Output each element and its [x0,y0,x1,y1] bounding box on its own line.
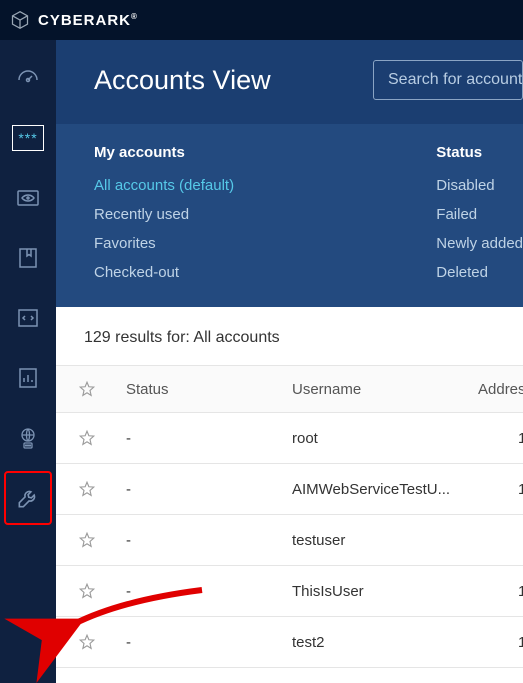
filter-failed[interactable]: Failed [436,206,523,223]
globe-lock-icon [16,426,40,450]
results-summary: 129 results for: All accounts [56,307,523,365]
filter-checked-out[interactable]: Checked-out [94,264,436,281]
filter-all-accounts[interactable]: All accounts (default) [94,177,436,194]
filter-recently-used[interactable]: Recently used [94,206,436,223]
sidebar: » *** [0,0,56,683]
filter-my-accounts: My accounts All accounts (default) Recen… [94,144,436,281]
main-content: Accounts View Search for accounts My acc… [56,0,523,683]
cell-username: root [284,413,470,464]
eye-monitor-icon [16,186,40,210]
brand-name: CYBERARK® [38,12,138,29]
results-count: 129 [84,329,111,346]
col-header-status[interactable]: Status [118,366,284,413]
cell-status: - [118,413,284,464]
results-label: results for: [115,329,190,346]
table-body: - root 10.10.1 - AIMWebServiceTestU... 1… [56,413,523,668]
page-title: Accounts View [94,65,271,96]
cell-status: - [118,464,284,515]
star-icon[interactable] [64,429,110,447]
cell-address: 10.10.1 [470,617,523,668]
col-header-address[interactable]: Address [470,366,523,413]
star-icon[interactable] [64,480,110,498]
filter-deleted[interactable]: Deleted [436,264,523,281]
report-icon [16,366,40,390]
col-header-username[interactable]: Username [284,366,470,413]
filter-newly-added[interactable]: Newly added [436,235,523,252]
filter-panel: My accounts All accounts (default) Recen… [56,124,523,307]
cell-username: ThisIsUser [284,566,470,617]
star-icon [64,380,110,398]
cell-status: - [118,617,284,668]
cell-address: 10.10.1 [470,464,523,515]
page-header: Accounts View Search for accounts My acc… [56,0,523,307]
nav-accounts[interactable]: *** [0,108,56,168]
results-scope: All accounts [193,329,279,346]
accounts-table: Status Username Address - root 10.10.1 -… [56,365,523,668]
gauge-icon [16,66,40,90]
nav-reports[interactable] [0,348,56,408]
filter-heading-my-accounts: My accounts [94,144,436,161]
nav-dashboard[interactable] [0,48,56,108]
accounts-icon: *** [12,125,44,151]
cell-username: testuser [284,515,470,566]
brand-bar: CYBERARK® [0,0,523,40]
bookmark-icon [16,246,40,270]
cell-address [470,515,523,566]
table-row[interactable]: - testuser [56,515,523,566]
nav-applications[interactable] [0,288,56,348]
cell-username: AIMWebServiceTestU... [284,464,470,515]
cell-username: test2 [284,617,470,668]
nav-admin[interactable] [0,468,56,528]
nav-access[interactable] [0,408,56,468]
cell-status: - [118,515,284,566]
filter-heading-status: Status [436,144,523,161]
table-row[interactable]: - ThisIsUser 10.10.0 [56,566,523,617]
brand-logo-icon [10,10,30,30]
nav-monitoring[interactable] [0,168,56,228]
cell-status: - [118,566,284,617]
filter-disabled[interactable]: Disabled [436,177,523,194]
search-input[interactable]: Search for accounts [373,60,523,100]
code-window-icon [16,306,40,330]
filter-status: Status Disabled Failed Newly added Delet… [436,144,523,281]
cell-address: 10.10.1 [470,413,523,464]
table-row[interactable]: - root 10.10.1 [56,413,523,464]
table-header-row: Status Username Address [56,366,523,413]
wrench-icon [15,485,41,511]
cell-address: 10.10.0 [470,566,523,617]
star-icon[interactable] [64,531,110,549]
col-header-favorite[interactable] [56,366,118,413]
star-icon[interactable] [64,633,110,651]
admin-highlight-box [4,471,52,525]
nav-policies[interactable] [0,228,56,288]
filter-favorites[interactable]: Favorites [94,235,436,252]
table-row[interactable]: - test2 10.10.1 [56,617,523,668]
star-icon[interactable] [64,582,110,600]
table-row[interactable]: - AIMWebServiceTestU... 10.10.1 [56,464,523,515]
